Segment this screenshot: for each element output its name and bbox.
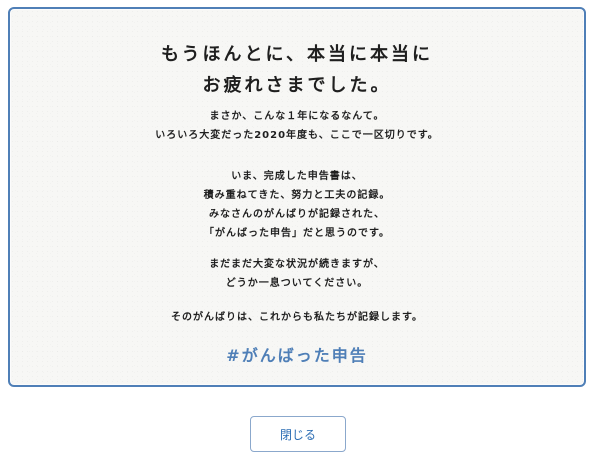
headline-line-2: お疲れさまでした。 xyxy=(202,75,392,96)
paragraph-2-line-3: みなさんのがんばりが記録された、 xyxy=(209,209,385,220)
paragraph-1-line-2: いろいろ大変だった2020年度も、ここで一区切りです。 xyxy=(155,130,439,141)
paragraph-3-line-2: どうか一息ついてください。 xyxy=(225,278,369,289)
paragraph-3-line-1: まだまだ大変な状況が続きますが、 xyxy=(209,259,385,270)
close-button[interactable]: 閉じる xyxy=(250,416,346,452)
paragraph-4: そのがんばりは、これからも私たちが記録します。 xyxy=(10,308,584,327)
modal-stage: もうほんとに、本当に本当に お疲れさまでした。 まさか、こんな１年になるなんて。… xyxy=(0,0,597,461)
paragraph-1: まさか、こんな１年になるなんて。 いろいろ大変だった2020年度も、ここで一区切… xyxy=(10,107,584,145)
message-content: もうほんとに、本当に本当に お疲れさまでした。 まさか、こんな１年になるなんて。… xyxy=(10,9,584,385)
paragraph-2-line-4: 「がんばった申告」だと思うのです。 xyxy=(204,228,390,239)
paragraph-1-line-1: まさか、こんな１年になるなんて。 xyxy=(209,111,385,122)
headline-line-1: もうほんとに、本当に本当に xyxy=(161,44,433,65)
paragraph-4-line-1: そのがんばりは、これからも私たちが記録します。 xyxy=(171,312,423,323)
paragraph-2-line-1: いま、完成した申告書は、 xyxy=(231,171,363,182)
hashtag: #がんばった申告 xyxy=(226,346,368,365)
paragraph-2-line-2: 積み重ねてきた、努力と工夫の記録。 xyxy=(203,190,391,201)
message-card: もうほんとに、本当に本当に お疲れさまでした。 まさか、こんな１年になるなんて。… xyxy=(8,7,586,387)
paragraph-2: いま、完成した申告書は、 積み重ねてきた、努力と工夫の記録。 みなさんのがんばり… xyxy=(10,167,584,243)
paragraph-3: まだまだ大変な状況が続きますが、 どうか一息ついてください。 xyxy=(10,255,584,293)
headline: もうほんとに、本当に本当に お疲れさまでした。 xyxy=(10,39,584,101)
